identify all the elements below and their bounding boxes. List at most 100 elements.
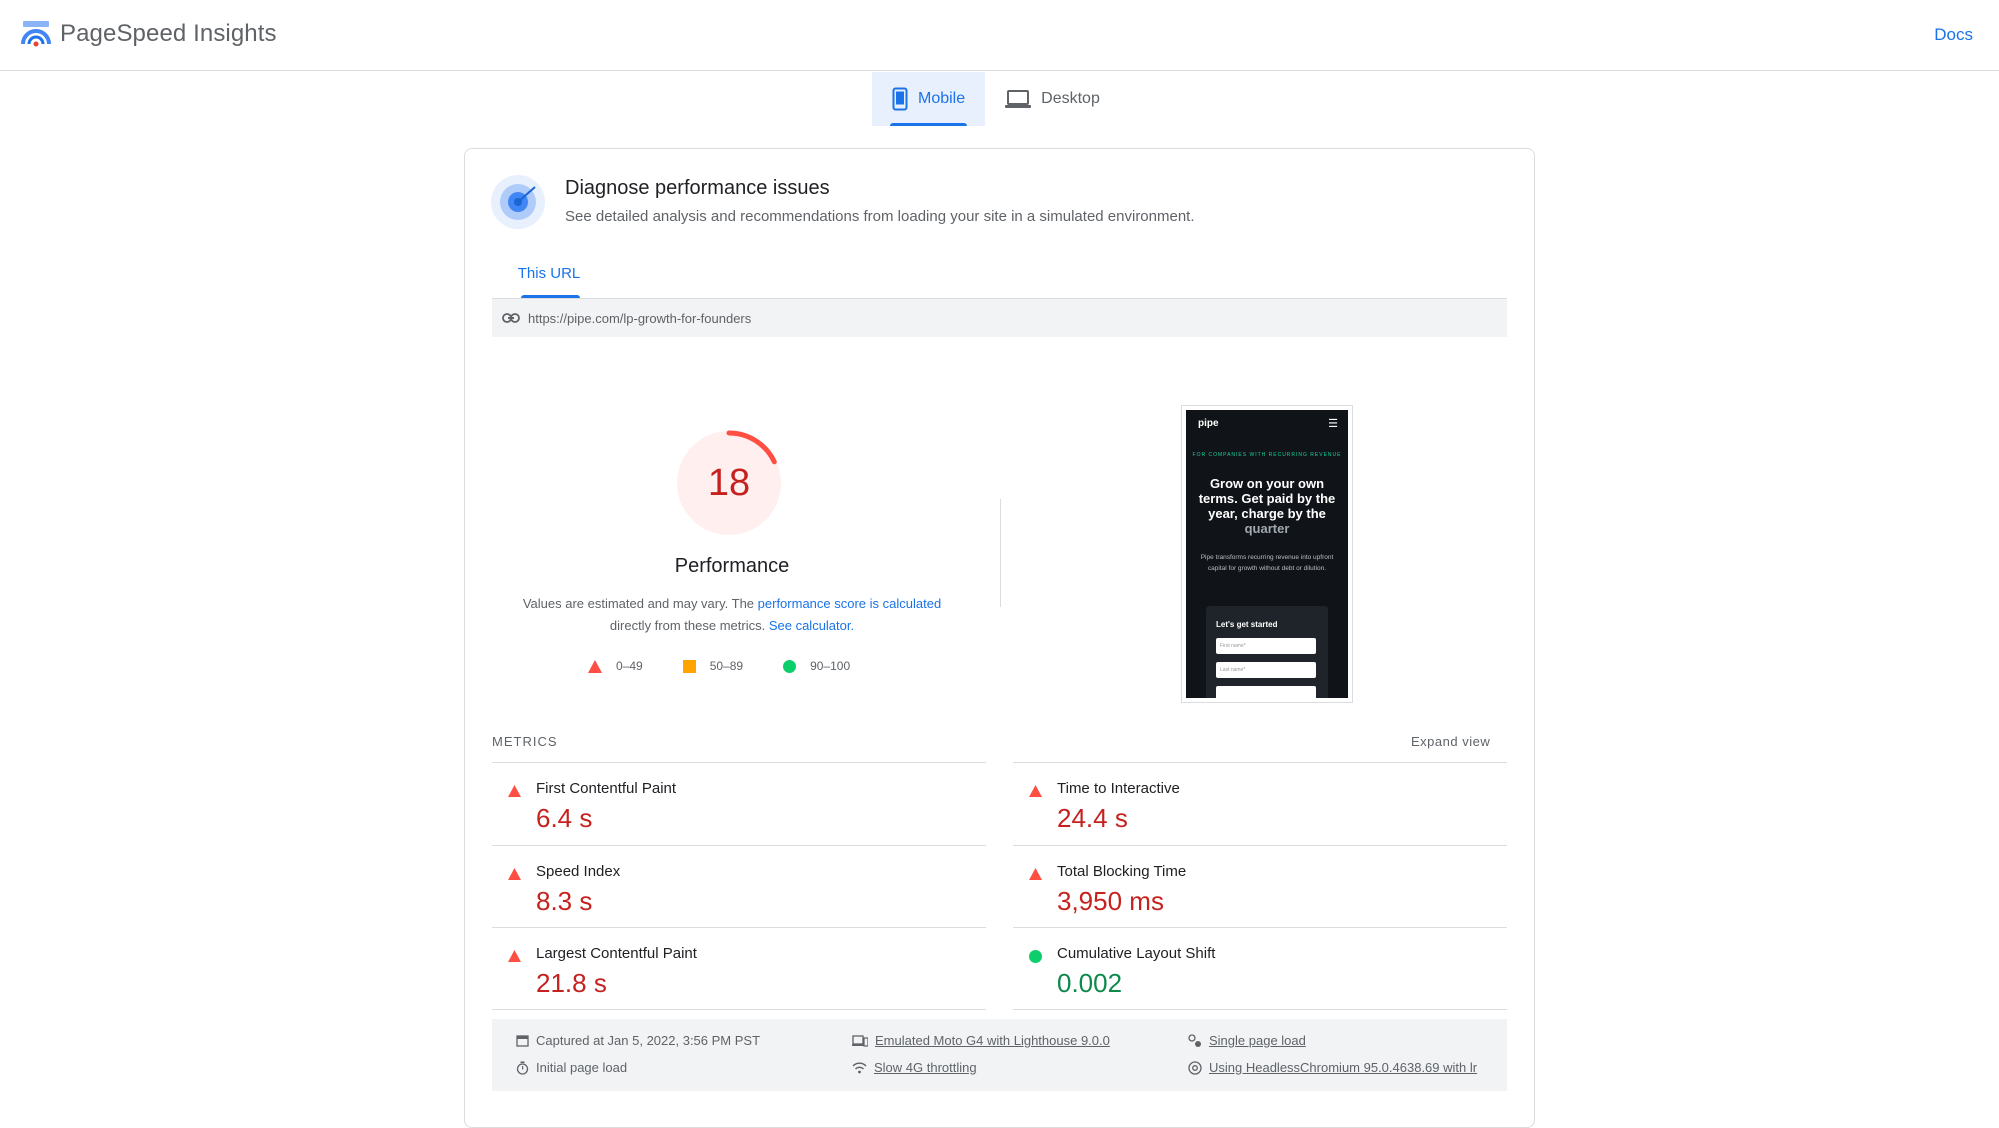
metric-value: 24.4 s <box>1057 803 1128 833</box>
metrics-heading: METRICS <box>492 734 558 749</box>
browser-version[interactable]: Using HeadlessChromium 95.0.4638.69 with… <box>1188 1060 1477 1075</box>
tab-this-url-label: This URL <box>517 265 581 282</box>
metric-value: 6.4 s <box>536 803 593 833</box>
session-icon <box>1188 1033 1201 1047</box>
throttling-text: Slow 4G throttling <box>874 1060 977 1075</box>
calculator-link[interactable]: See calculator. <box>769 618 854 633</box>
captured-text: Captured at Jan 5, 2022, 3:56 PM PST <box>536 1033 761 1048</box>
devices-icon <box>852 1034 868 1047</box>
smartphone-icon <box>892 87 908 111</box>
device-text: Emulated Moto G4 with Lighthouse 9.0.0 <box>875 1033 1110 1048</box>
metric-name: Largest Contentful Paint <box>536 945 697 962</box>
headline-text: Grow on your own terms. Get paid by the … <box>1198 476 1336 521</box>
metric-name: Time to Interactive <box>1057 780 1180 797</box>
metric-speed-index: Speed Index 8.3 s <box>492 845 986 927</box>
screenshot-body: Pipe transforms recurring revenue into u… <box>1200 554 1334 572</box>
metric-lcp: Largest Contentful Paint 21.8 s <box>492 927 986 1009</box>
note-text: Values are estimated and may vary. The <box>522 596 758 611</box>
headline-accent: quarter <box>1244 521 1290 536</box>
single-text: Single page load <box>1209 1033 1306 1048</box>
run-info-bar: Captured at Jan 5, 2022, 3:56 PM PST Ini… <box>492 1019 1507 1091</box>
pipe-logo: pipe <box>1198 418 1219 429</box>
calendar-icon <box>516 1035 529 1047</box>
square-average-icon <box>682 659 696 673</box>
metric-fcp: First Contentful Paint 6.4 s <box>492 762 986 844</box>
tab-desktop-label: Desktop <box>1041 90 1100 107</box>
legend-fail: 0–49 <box>588 659 643 673</box>
metric-name: First Contentful Paint <box>536 780 677 797</box>
device-tabs: Mobile Desktop <box>872 72 1120 126</box>
report-card: Diagnose performance issues See detailed… <box>464 148 1535 1128</box>
metrics-divider <box>1013 1009 1507 1010</box>
metric-name: Cumulative Layout Shift <box>1057 945 1216 962</box>
captured-at: Captured at Jan 5, 2022, 3:56 PM PST <box>516 1033 760 1048</box>
initial-text: Initial page load <box>536 1060 628 1075</box>
page-screenshot[interactable]: pipe ☰ FOR COMPANIES WITH RECURRING REVE… <box>1181 405 1353 703</box>
metric-cls: Cumulative Layout Shift 0.002 <box>1013 927 1507 1009</box>
triangle-fail-icon <box>508 950 521 962</box>
screenshot-form: Let's get started First name* Last name* <box>1206 606 1328 698</box>
metric-tbt: Total Blocking Time 3,950 ms <box>1013 845 1507 927</box>
triangle-fail-icon <box>1029 785 1042 797</box>
score-legend: 0–49 50–89 90–100 <box>588 659 850 673</box>
legend-pass: 90–100 <box>783 659 850 673</box>
form-title: Let's get started <box>1216 620 1278 629</box>
performance-score: 18 <box>707 461 751 504</box>
legend-average: 50–89 <box>682 659 744 673</box>
tab-mobile[interactable]: Mobile <box>872 72 986 126</box>
triangle-fail-icon <box>588 659 602 673</box>
analyzed-url[interactable]: https://pipe.com/lp-growth-for-founders <box>528 311 751 326</box>
emulated-device[interactable]: Emulated Moto G4 with Lighthouse 9.0.0 <box>852 1033 1110 1048</box>
wifi-icon <box>852 1062 867 1073</box>
note-text-2: directly from these metrics. <box>609 618 769 633</box>
legend-pass-label: 90–100 <box>810 659 851 673</box>
legend-average-label: 50–89 <box>709 659 744 673</box>
metrics-divider <box>492 1009 986 1010</box>
chrome-icon <box>1188 1060 1202 1075</box>
pagespeed-logo-icon <box>21 21 51 47</box>
metric-value: 3,950 ms <box>1057 886 1164 916</box>
triangle-fail-icon <box>508 785 521 797</box>
diagnose-title: Diagnose performance issues <box>565 177 830 199</box>
diagnose-subtitle: See detailed analysis and recommendation… <box>565 208 1195 225</box>
single-page-load[interactable]: Single page load <box>1188 1033 1306 1048</box>
score-calculation-link[interactable]: performance score is calculated <box>758 596 942 611</box>
metric-value: 21.8 s <box>536 968 607 998</box>
timer-icon <box>516 1061 529 1075</box>
metric-name: Speed Index <box>536 863 621 880</box>
metric-value: 0.002 <box>1057 968 1123 998</box>
metric-value: 8.3 s <box>536 886 593 916</box>
first-name-field: First name* <box>1216 638 1316 654</box>
laptop-icon <box>1005 90 1032 108</box>
circle-pass-icon <box>783 659 797 673</box>
summary-divider <box>1000 499 1001 607</box>
docs-link[interactable]: Docs <box>1934 25 1973 45</box>
tab-mobile-label: Mobile <box>918 90 966 107</box>
browser-text: Using HeadlessChromium 95.0.4638.69 with… <box>1209 1060 1478 1075</box>
top-app-bar: PageSpeed Insights Docs <box>0 0 1999 71</box>
link-icon <box>502 313 520 323</box>
metric-name: Total Blocking Time <box>1057 863 1187 880</box>
network-throttling[interactable]: Slow 4G throttling <box>852 1060 977 1075</box>
expand-view-button[interactable]: Expand view <box>1411 734 1490 749</box>
radar-icon <box>491 175 545 229</box>
circle-pass-icon <box>1029 950 1042 963</box>
triangle-fail-icon <box>1029 868 1042 880</box>
performance-note: Values are estimated and may vary. The p… <box>492 593 972 637</box>
last-name-field: Last name* <box>1216 662 1316 678</box>
screenshot-kicker: FOR COMPANIES WITH RECURRING REVENUE <box>1192 452 1342 458</box>
hamburger-icon: ☰ <box>1328 418 1338 430</box>
legend-fail-label: 0–49 <box>616 659 643 673</box>
metric-tti: Time to Interactive 24.4 s <box>1013 762 1507 844</box>
tab-desktop[interactable]: Desktop <box>985 72 1120 126</box>
brand[interactable]: PageSpeed Insights <box>20 18 277 50</box>
analyzed-url-bar: https://pipe.com/lp-growth-for-founders <box>492 299 1507 337</box>
screenshot-content: pipe ☰ FOR COMPANIES WITH RECURRING REVE… <box>1186 410 1348 698</box>
triangle-fail-icon <box>508 868 521 880</box>
next-field <box>1216 686 1316 698</box>
initial-page-load: Initial page load <box>516 1060 627 1075</box>
diagnose-header: Diagnose performance issues See detailed… <box>491 175 1195 229</box>
app-title: PageSpeed Insights <box>60 20 277 47</box>
screenshot-headline: Grow on your own terms. Get paid by the … <box>1194 476 1340 536</box>
performance-title: Performance <box>674 555 790 577</box>
